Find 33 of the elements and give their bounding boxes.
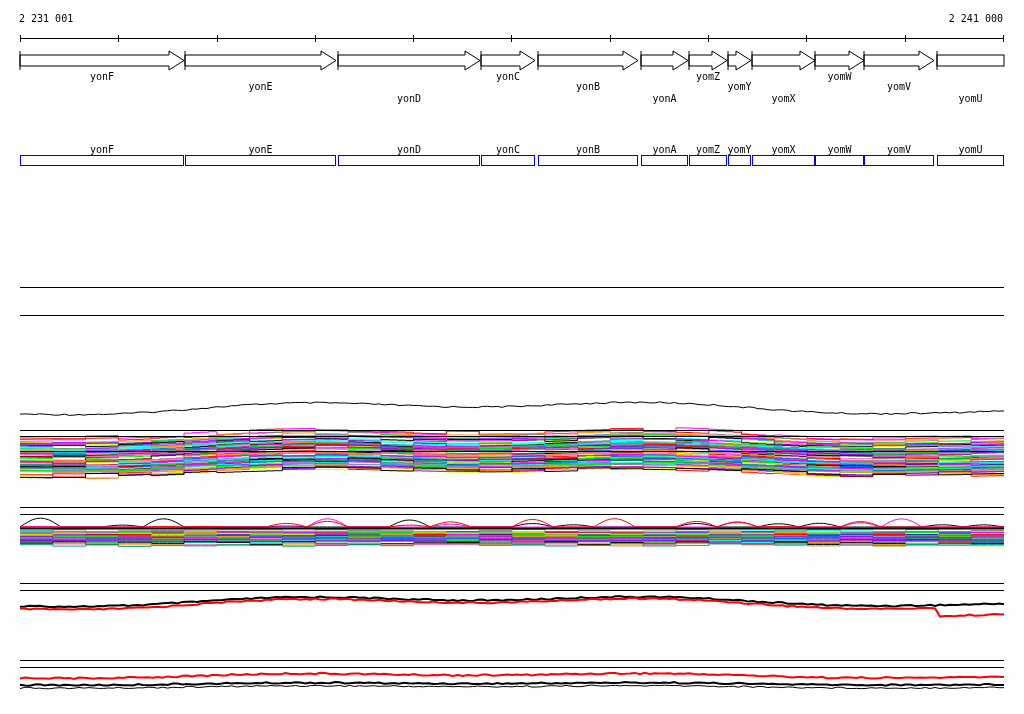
feature-label: yonB (575, 144, 601, 155)
feature-box (815, 155, 864, 166)
feature-label: yonE (248, 144, 273, 155)
gene-label: yomW (827, 71, 852, 82)
gene-arrow (863, 50, 935, 71)
feature-label: yonF (89, 144, 115, 155)
feature-label: yomX (771, 144, 796, 155)
gene-label: yomU (958, 93, 983, 104)
feature-box (864, 155, 934, 166)
gene-arrow (814, 50, 865, 71)
feature-label: yonD (396, 144, 422, 155)
feature-label: yomY (727, 144, 752, 155)
gene-label: yomX (771, 93, 796, 104)
gene-block (936, 50, 1005, 71)
feature-label: yonC (495, 144, 521, 155)
feature-label: yomW (827, 144, 852, 155)
gene-label: yonF (89, 71, 115, 82)
feature-label: yomU (958, 144, 983, 155)
gene-label: yonB (575, 81, 601, 92)
gene-label: yonC (495, 71, 521, 82)
gene-label: yomZ (695, 71, 721, 82)
gene-label: yonA (652, 93, 677, 104)
feature-label: yomZ (695, 144, 721, 155)
feature-label: yonA (652, 144, 677, 155)
feature-label: yomV (886, 144, 912, 155)
gene-label: yonD (396, 93, 422, 104)
feature-box (641, 155, 688, 166)
gene-label: yomY (727, 81, 752, 92)
gene-label: yonE (248, 81, 273, 92)
gene-label: yomV (886, 81, 912, 92)
start-coordinate: 2 231 001 (19, 13, 74, 26)
feature-box (937, 155, 1004, 166)
end-coordinate: 2 241 000 (948, 13, 1003, 26)
